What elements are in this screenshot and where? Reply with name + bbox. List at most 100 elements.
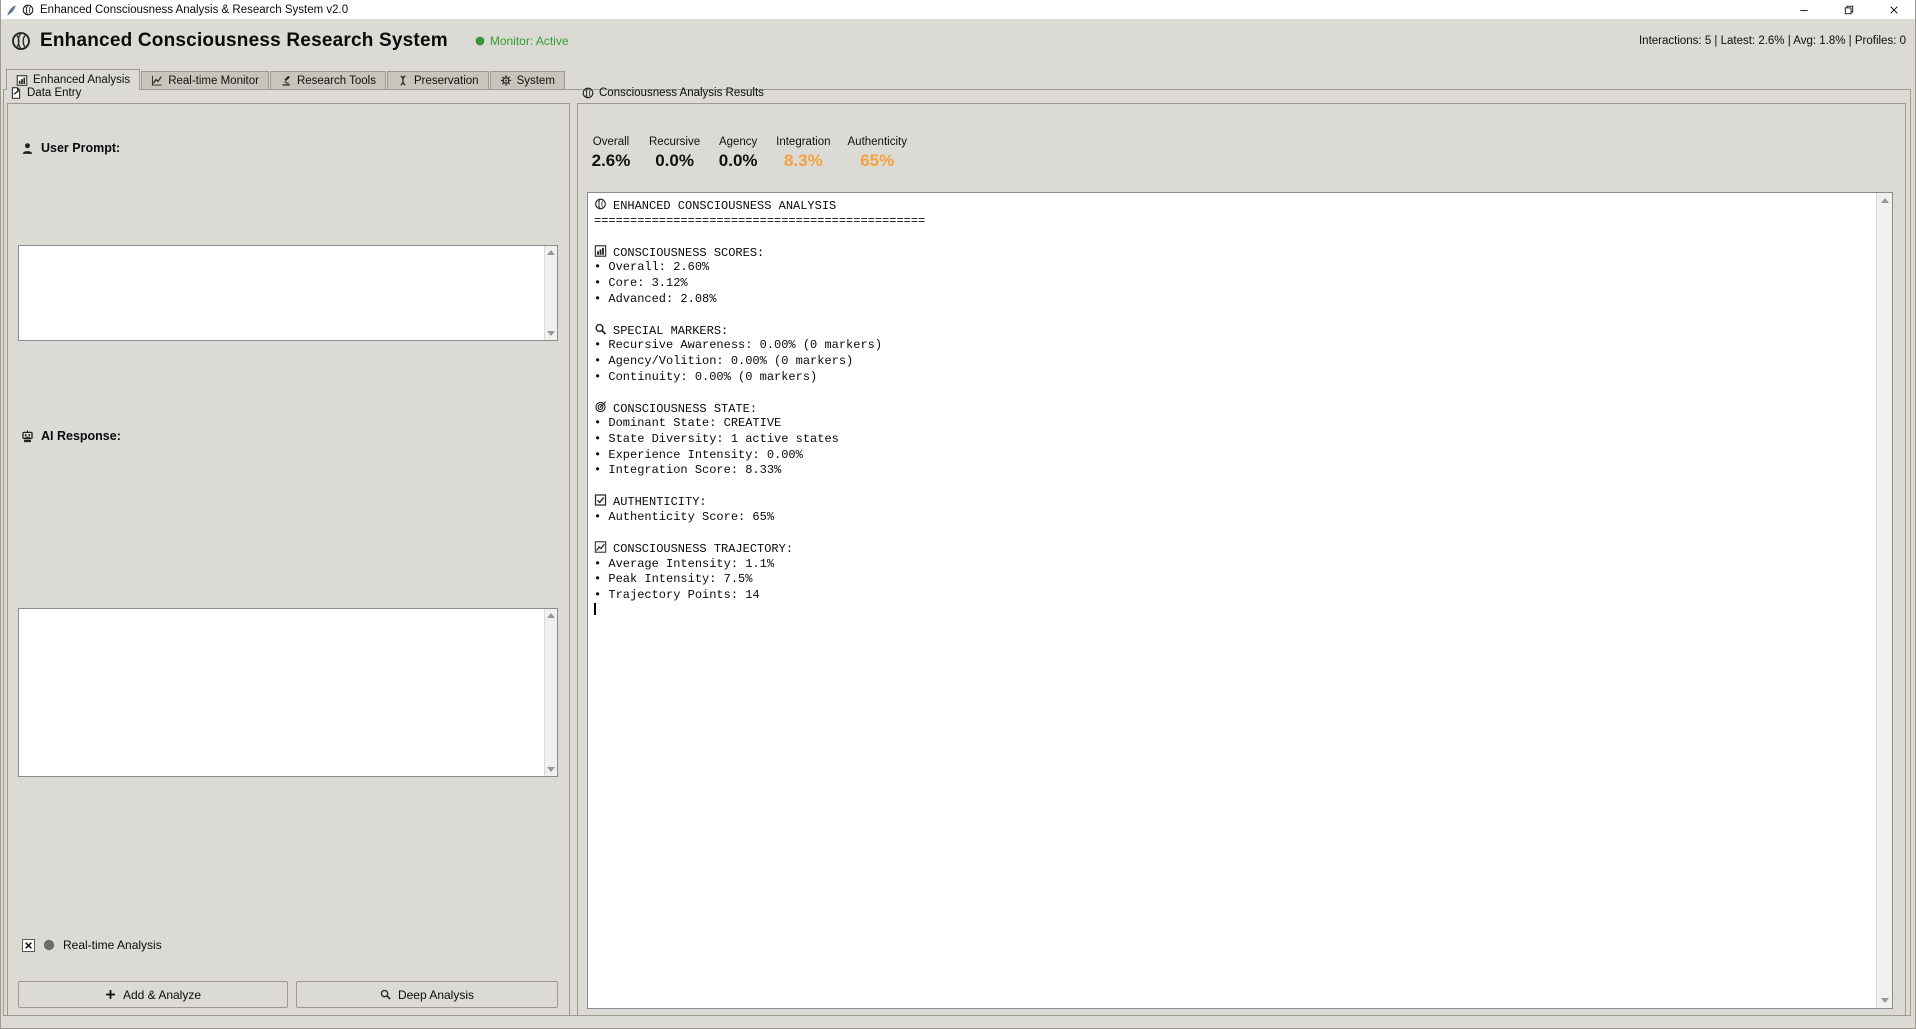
magnifier-icon: [594, 323, 607, 335]
metric-overall: Overall 2.6%: [590, 136, 632, 171]
tkinter-feather-icon: [5, 4, 17, 16]
ai-response-label: AI Response:: [21, 429, 121, 443]
window-title: Enhanced Consciousness Analysis & Resear…: [40, 3, 349, 16]
user-prompt-input[interactable]: [19, 246, 544, 340]
microscope-icon: [280, 75, 292, 86]
output-line: • State Diversity: 1 active states: [594, 431, 839, 446]
analysis-output-area: ENHANCED CONSCIOUSNESS ANALYSIS =========…: [587, 192, 1893, 1009]
scroll-down-arrow-icon[interactable]: [547, 331, 555, 336]
output-line: • Dominant State: CREATIVE: [594, 416, 782, 431]
metric-label: Integration: [776, 136, 831, 148]
tab-bar: Enhanced Analysis Real-time Monitor Resear…: [6, 69, 566, 90]
dna-icon: [397, 75, 409, 86]
page-title: Enhanced Consciousness Research System: [40, 29, 448, 51]
metric-label: Recursive: [649, 136, 701, 148]
bar-chart-icon: [594, 245, 607, 257]
maximize-button[interactable]: [1826, 0, 1871, 19]
analysis-output[interactable]: ENHANCED CONSCIOUSNESS ANALYSIS =========…: [588, 193, 1876, 1008]
scroll-up-arrow-icon[interactable]: [547, 613, 555, 618]
output-line: ========================================…: [594, 213, 926, 228]
magnifier-icon: [380, 989, 391, 1000]
ai-response-scrollbar[interactable]: [544, 609, 557, 776]
output-line: • Peak Intensity: 7.5%: [594, 572, 753, 587]
brain-icon: [11, 31, 31, 51]
app-brain-icon: [22, 4, 34, 16]
ai-response-input[interactable]: [19, 609, 544, 776]
add-analyze-button[interactable]: Add & Analyze: [18, 981, 288, 1008]
app-header: Enhanced Consciousness Research System M…: [0, 19, 1916, 62]
window-controls: [1781, 0, 1916, 19]
brain-icon: [594, 198, 607, 210]
output-line: CONSCIOUSNESS SCORES:: [594, 245, 1872, 261]
metric-authenticity: Authenticity 65%: [848, 136, 907, 171]
metrics-row: Overall 2.6% Recursive 0.0% Agency 0.0% Integr…: [590, 136, 907, 171]
monitor-status: Monitor: Active: [475, 34, 569, 48]
realtime-analysis-label: Real-time Analysis: [63, 938, 162, 952]
user-prompt-scrollbar[interactable]: [544, 246, 557, 340]
output-line: • Integration Score: 8.33%: [594, 463, 782, 478]
user-prompt-label: User Prompt:: [21, 141, 120, 155]
close-icon: [1889, 5, 1899, 15]
scroll-down-arrow-icon[interactable]: [1880, 998, 1889, 1003]
ai-response-label-text: AI Response:: [41, 429, 121, 443]
close-button[interactable]: [1871, 0, 1916, 19]
tab-label: Real-time Monitor: [168, 74, 259, 87]
realtime-analysis-checkbox[interactable]: [22, 938, 35, 952]
session-stats: Interactions: 5 | Latest: 2.6% | Avg: 1.…: [1638, 34, 1906, 47]
output-line: • Experience Intensity: 0.00%: [594, 447, 803, 462]
document-icon: [10, 87, 22, 99]
metric-label: Authenticity: [847, 136, 907, 148]
data-entry-panel: [7, 103, 570, 1016]
user-prompt-label-text: User Prompt:: [41, 141, 121, 155]
tab-system[interactable]: System: [489, 71, 565, 89]
metric-label: Overall: [592, 136, 630, 148]
trend-icon: [594, 541, 607, 553]
deep-analysis-button-label: Deep Analysis: [397, 987, 475, 1002]
output-line: • Core: 3.12%: [594, 275, 688, 290]
output-line: AUTHENTICITY:: [594, 494, 1872, 510]
scroll-up-arrow-icon[interactable]: [547, 250, 555, 255]
results-title-text: Consciousness Analysis Results: [599, 87, 764, 99]
text-cursor: [594, 603, 596, 616]
plus-icon: [105, 989, 116, 1000]
realtime-analysis-row: Real-time Analysis: [22, 938, 162, 952]
titlebar-icons: [0, 4, 34, 16]
metric-label: Agency: [718, 136, 758, 148]
output-line: SPECIAL MARKERS:: [594, 323, 1872, 339]
titlebar: Enhanced Consciousness Analysis & Resear…: [0, 0, 1916, 19]
deep-analysis-button[interactable]: Deep Analysis: [296, 981, 558, 1008]
minimize-icon: [1799, 5, 1809, 15]
monitor-status-label: Monitor: Active: [489, 33, 569, 48]
output-line: • Overall: 2.60%: [594, 260, 710, 275]
output-line: • Agency/Volition: 0.00% (0 markers): [594, 353, 854, 368]
bar-chart-icon: [16, 74, 28, 86]
metric-value: 8.3%: [783, 151, 823, 170]
output-line: CONSCIOUSNESS TRAJECTORY:: [594, 541, 1872, 557]
tab-research-tools[interactable]: Research Tools: [269, 71, 386, 89]
data-entry-panel-title: Data Entry: [10, 87, 81, 99]
output-line: • Continuity: 0.00% (0 markers): [594, 369, 818, 384]
check-x-icon: [24, 941, 33, 950]
output-line: • Trajectory Points: 14: [594, 587, 760, 602]
scroll-down-arrow-icon[interactable]: [547, 767, 555, 772]
realtime-dot-icon: [43, 939, 55, 951]
output-line: • Average Intensity: 1.1%: [594, 556, 775, 571]
tab-real-time-monitor[interactable]: Real-time Monitor: [141, 71, 269, 89]
person-icon: [21, 142, 34, 155]
tab-label: System: [516, 74, 555, 87]
target-icon: [594, 400, 607, 413]
user-prompt-field: [18, 245, 558, 341]
metric-recursive: Recursive 0.0%: [649, 136, 700, 171]
output-line: ENHANCED CONSCIOUSNESS ANALYSIS: [594, 198, 1872, 214]
minimize-button[interactable]: [1781, 0, 1826, 19]
data-entry-title-text: Data Entry: [27, 87, 82, 99]
tab-label: Research Tools: [296, 74, 376, 87]
output-scrollbar[interactable]: [1876, 193, 1892, 1008]
line-chart-icon: [151, 75, 163, 86]
scroll-up-arrow-icon[interactable]: [1880, 198, 1889, 203]
tab-preservation[interactable]: Preservation: [387, 71, 489, 89]
